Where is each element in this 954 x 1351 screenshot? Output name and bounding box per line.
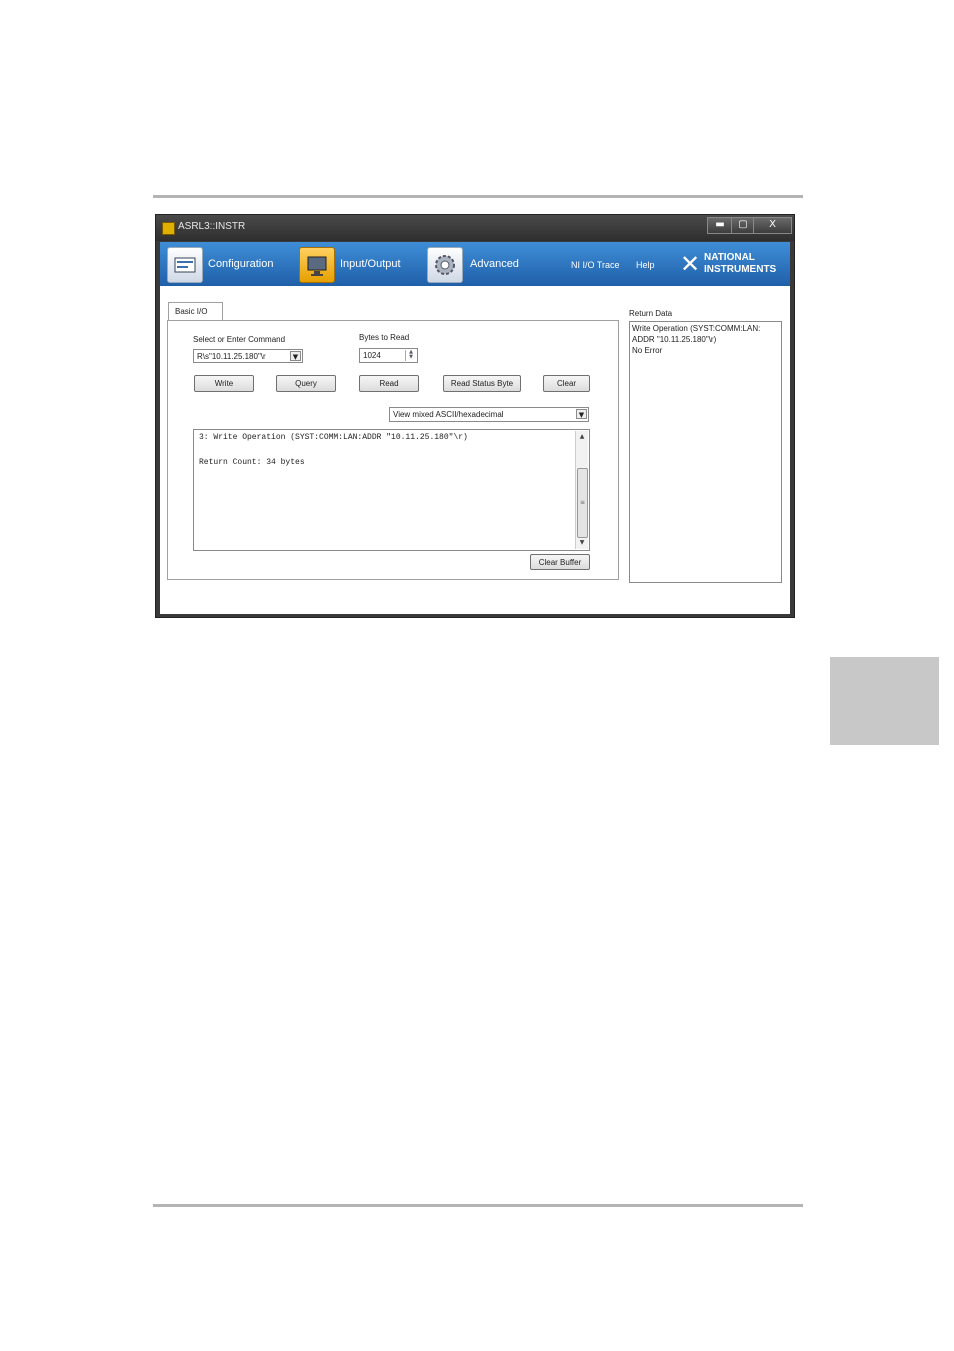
main-toolbar: Configuration Input/Output Advanced NI I… <box>160 242 790 286</box>
input-output-label: Input/Output <box>340 258 401 270</box>
tab-basic-io[interactable]: Basic I/O <box>168 302 223 321</box>
buffer-scrollbar[interactable]: ▲ ≡ ▼ <box>575 431 588 549</box>
scroll-thumb[interactable]: ≡ <box>577 468 588 538</box>
window-title: ASRL3::INSTR <box>178 221 246 232</box>
return-data-line: Write Operation (SYST:COMM:LAN: <box>632 324 761 333</box>
view-mode-select[interactable]: View mixed ASCII/hexadecimal ▼ <box>389 407 589 422</box>
buffer-line: 3: Write Operation (SYST:COMM:LAN:ADDR "… <box>199 433 468 442</box>
logo-line-2: INSTRUMENTS <box>704 264 777 275</box>
query-button[interactable]: Query <box>276 375 336 392</box>
ni-eagle-icon: ✕ <box>680 250 701 278</box>
clear-buffer-button[interactable]: Clear Buffer <box>530 554 590 570</box>
logo-line-1: NATIONAL <box>704 252 755 263</box>
top-rule <box>153 195 803 198</box>
close-button[interactable]: X <box>753 217 792 234</box>
toolbar-input-output[interactable]: Input/Output <box>299 242 419 286</box>
input-output-icon <box>299 247 335 283</box>
ni-io-trace-link[interactable]: NI I/O Trace <box>571 260 620 270</box>
return-data-box[interactable]: Write Operation (SYST:COMM:LAN: ADDR "10… <box>629 321 782 583</box>
return-data-line: No Error <box>632 346 663 355</box>
output-buffer[interactable]: 3: Write Operation (SYST:COMM:LAN:ADDR "… <box>193 429 590 551</box>
maximize-button[interactable]: ▢ <box>731 217 755 234</box>
gear-icon <box>427 247 463 283</box>
scroll-up-icon[interactable]: ▲ <box>576 431 588 443</box>
bytes-to-read-label: Bytes to Read <box>359 333 410 342</box>
command-value: R\s"10.11.25.180"\r <box>197 352 266 361</box>
basic-io-panel: Select or Enter Command R\s"10.11.25.180… <box>167 320 619 580</box>
title-bar: ASRL3::INSTR ▬ ▢ X <box>156 215 794 241</box>
chevron-down-icon[interactable]: ▼ <box>290 351 301 361</box>
bytes-to-read-value: 1024 <box>363 351 381 360</box>
toolbar-configuration[interactable]: Configuration <box>167 242 287 286</box>
read-button[interactable]: Read <box>359 375 419 392</box>
clear-button[interactable]: Clear <box>543 375 590 392</box>
app-window: ASRL3::INSTR ▬ ▢ X Configuration Input/O… <box>155 214 795 618</box>
chevron-down-icon[interactable]: ▼ <box>576 409 587 419</box>
bottom-rule <box>153 1204 803 1207</box>
advanced-label: Advanced <box>470 258 519 270</box>
command-combo[interactable]: R\s"10.11.25.180"\r ▼ <box>193 349 303 363</box>
app-icon <box>162 222 175 235</box>
bytes-to-read-stepper[interactable]: 1024 ▲ ▼ <box>359 348 418 363</box>
scroll-down-icon[interactable]: ▼ <box>576 537 588 549</box>
toolbar-advanced[interactable]: Advanced <box>427 242 537 286</box>
write-button[interactable]: Write <box>194 375 254 392</box>
return-data-line: ADDR "10.11.25.180"\r) <box>632 335 717 344</box>
command-label: Select or Enter Command <box>193 335 286 344</box>
side-thumb-tab <box>830 657 939 745</box>
national-instruments-logo: ✕ NATIONAL INSTRUMENTS <box>680 250 785 280</box>
content-area: Basic I/O Select or Enter Command R\s"10… <box>160 286 790 614</box>
read-status-byte-button[interactable]: Read Status Byte <box>443 375 521 392</box>
return-data-label: Return Data <box>629 309 673 318</box>
configuration-icon <box>167 247 203 283</box>
buffer-line: Return Count: 34 bytes <box>199 458 305 467</box>
configuration-label: Configuration <box>208 258 274 270</box>
view-mode-value: View mixed ASCII/hexadecimal <box>393 410 504 419</box>
stepper-arrows-icon[interactable]: ▲ ▼ <box>405 350 416 361</box>
help-link[interactable]: Help <box>636 260 655 270</box>
minimize-button[interactable]: ▬ <box>707 217 733 234</box>
